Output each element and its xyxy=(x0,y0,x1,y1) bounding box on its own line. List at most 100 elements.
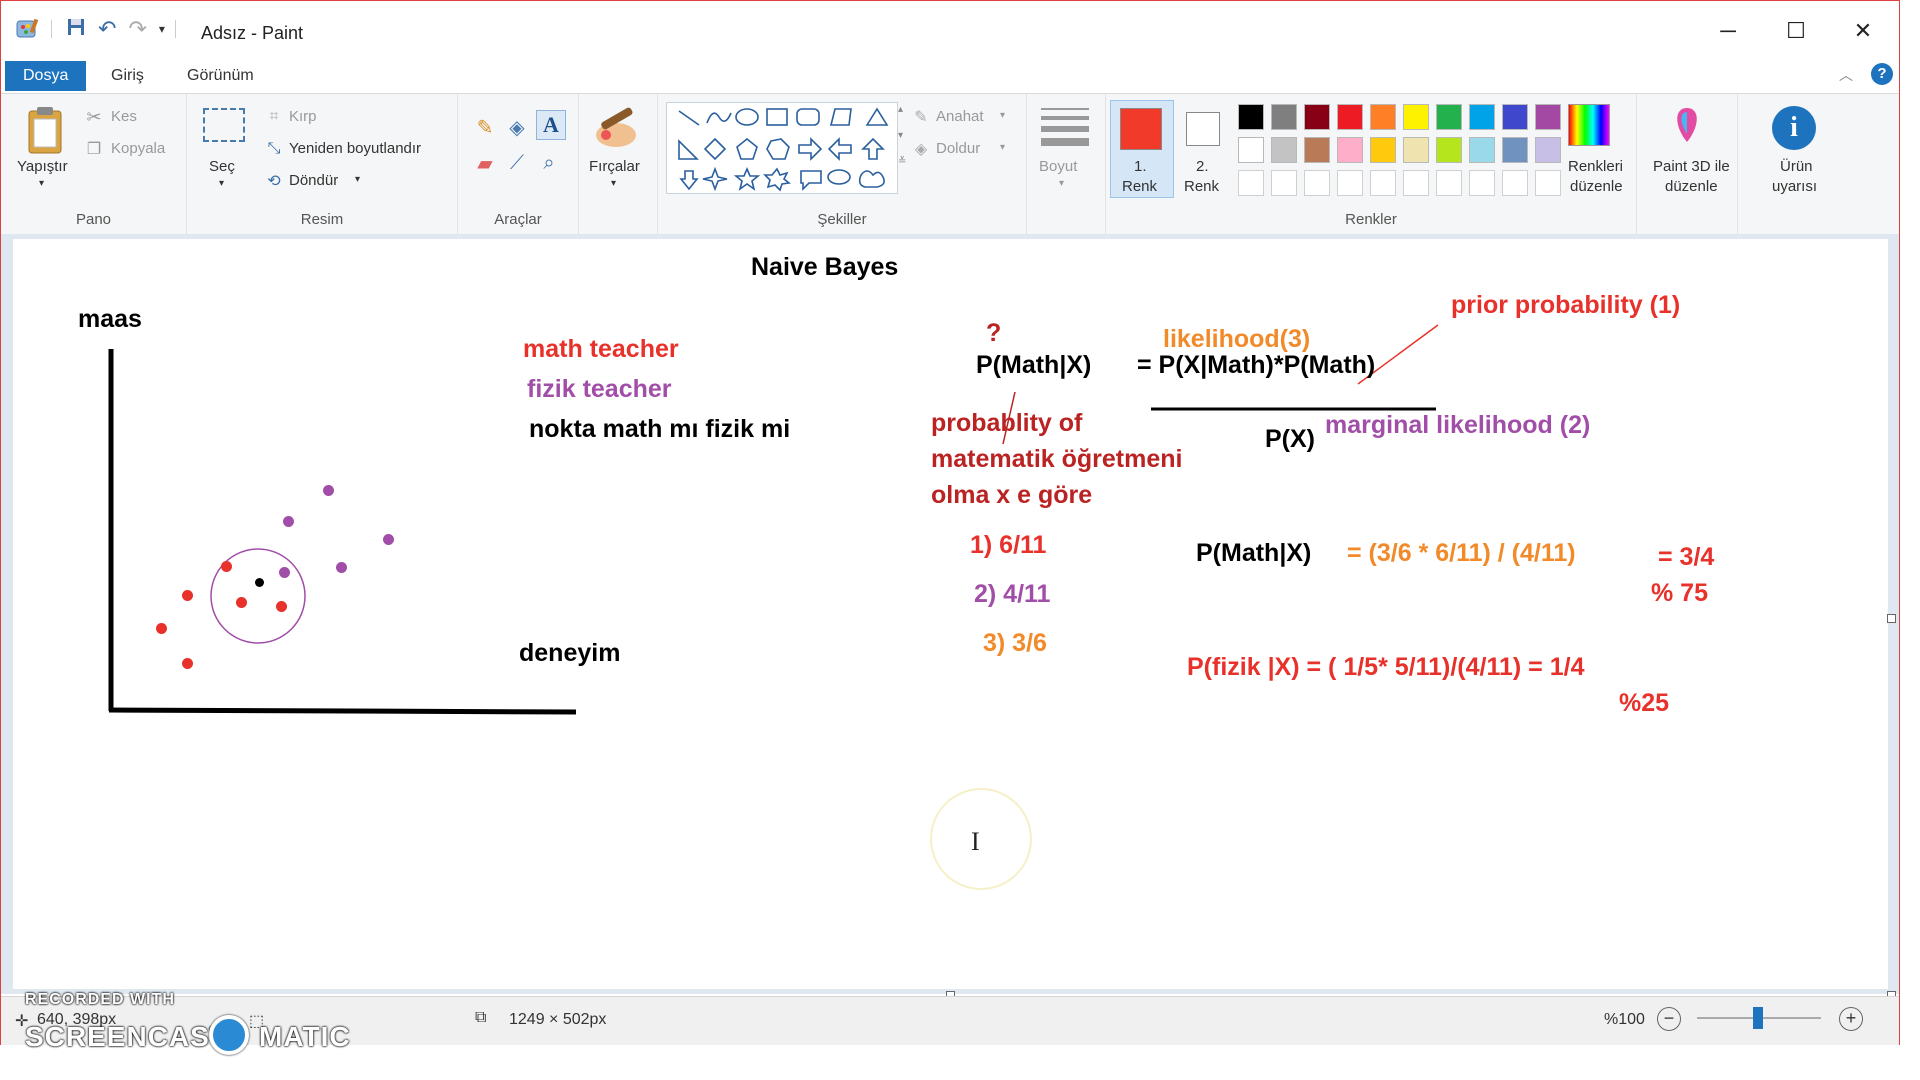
brushes-dropdown-icon[interactable]: ▾ xyxy=(611,178,616,189)
palette-swatch[interactable] xyxy=(1238,104,1264,130)
palette-swatch[interactable] xyxy=(1469,104,1495,130)
palette-swatch[interactable] xyxy=(1403,104,1429,130)
palette-swatch[interactable] xyxy=(1304,104,1330,130)
palette-swatch[interactable] xyxy=(1304,137,1330,163)
palette-swatch[interactable] xyxy=(1403,170,1429,196)
outline-dropdown-icon[interactable]: ▾ xyxy=(1000,110,1005,121)
save-icon[interactable] xyxy=(66,17,86,42)
paste-dropdown-icon[interactable]: ▾ xyxy=(39,178,44,189)
edit-colors-label-line1[interactable]: Renkleri xyxy=(1568,158,1623,175)
paste-label[interactable]: Yapıştır xyxy=(17,158,68,175)
color-picker-icon[interactable]: ⟋ xyxy=(504,150,530,176)
palette-swatch[interactable] xyxy=(1337,104,1363,130)
math-point xyxy=(221,561,232,572)
palette-swatch[interactable] xyxy=(1502,137,1528,163)
palette-swatch[interactable] xyxy=(1469,170,1495,196)
minimize-button[interactable]: ─ xyxy=(1708,15,1748,47)
crop-icon[interactable]: ⌗ xyxy=(263,106,285,128)
help-icon[interactable]: ? xyxy=(1871,63,1893,85)
copy-icon[interactable]: ❐ xyxy=(83,138,105,160)
palette-swatch[interactable] xyxy=(1238,170,1264,196)
ribbon-tabs: Dosya Giriş Görünüm ︿ ? xyxy=(1,59,1899,93)
collapse-ribbon-icon[interactable]: ︿ xyxy=(1839,65,1853,85)
resize-icon[interactable]: ⤡ xyxy=(263,138,285,160)
select-dropdown-icon[interactable]: ▾ xyxy=(219,178,224,189)
shapes-scroll-up-icon[interactable]: ▴ xyxy=(898,104,903,115)
product-alert-label-line2[interactable]: uyarısı xyxy=(1772,178,1817,195)
paint3d-icon[interactable] xyxy=(1667,104,1707,148)
outline-label[interactable]: Anahat xyxy=(936,108,984,125)
resize-handle-right[interactable] xyxy=(1887,614,1896,623)
palette-swatch[interactable] xyxy=(1337,170,1363,196)
info-icon[interactable]: i xyxy=(1772,106,1816,150)
palette-swatch[interactable] xyxy=(1436,137,1462,163)
shapes-scroll-down-icon[interactable]: ▾ xyxy=(898,130,903,141)
fill-icon[interactable]: ◈ xyxy=(910,138,932,160)
palette-swatch[interactable] xyxy=(1271,170,1297,196)
product-alert-label-line1[interactable]: Ürün xyxy=(1780,158,1813,175)
palette-swatch[interactable] xyxy=(1271,137,1297,163)
group-label-araclar: Araçlar xyxy=(494,211,542,228)
crop-label[interactable]: Kırp xyxy=(289,108,317,125)
palette-swatch[interactable] xyxy=(1304,170,1330,196)
cut-label[interactable]: Kes xyxy=(111,108,137,125)
paste-icon[interactable] xyxy=(23,104,67,156)
brushes-icon[interactable] xyxy=(591,104,641,152)
copy-label[interactable]: Kopyala xyxy=(111,140,165,157)
palette-swatch[interactable] xyxy=(1337,137,1363,163)
outline-icon[interactable]: ✎ xyxy=(910,106,932,128)
edit-colors-icon[interactable] xyxy=(1568,104,1610,146)
palette-swatch[interactable] xyxy=(1502,104,1528,130)
pencil-icon[interactable]: ✎ xyxy=(472,114,498,140)
palette-swatch[interactable] xyxy=(1436,170,1462,196)
color2-swatch[interactable] xyxy=(1186,112,1220,146)
maximize-button[interactable]: ☐ xyxy=(1776,15,1816,47)
rotate-label[interactable]: Döndür xyxy=(289,172,338,189)
fill-label[interactable]: Doldur xyxy=(936,140,980,157)
rotate-dropdown-icon[interactable]: ▾ xyxy=(355,174,360,185)
zoom-out-button[interactable]: − xyxy=(1657,1007,1681,1031)
resize-label[interactable]: Yeniden boyutlandır xyxy=(289,140,421,157)
zoom-in-button[interactable]: + xyxy=(1839,1007,1863,1031)
undo-icon[interactable]: ↶ xyxy=(98,16,116,42)
text-tool-icon[interactable]: A xyxy=(536,110,566,140)
palette-swatch[interactable] xyxy=(1403,137,1429,163)
select-label[interactable]: Seç xyxy=(209,158,235,175)
palette-swatch[interactable] xyxy=(1436,104,1462,130)
drawing-canvas[interactable]: Naive Bayes maas deneyim math teacher fi… xyxy=(13,239,1888,989)
rotate-icon[interactable]: ⟲ xyxy=(263,170,285,192)
size-dropdown-icon[interactable]: ▾ xyxy=(1059,178,1064,189)
palette-swatch[interactable] xyxy=(1502,170,1528,196)
redo-icon[interactable]: ↷ xyxy=(128,16,146,42)
palette-swatch[interactable] xyxy=(1535,170,1561,196)
brushes-label[interactable]: Fırçalar xyxy=(589,158,640,175)
size-label[interactable]: Boyut xyxy=(1039,158,1077,175)
zoom-slider-thumb[interactable] xyxy=(1753,1007,1763,1029)
tab-dosya[interactable]: Dosya xyxy=(5,61,87,91)
magnifier-icon[interactable]: ⌕ xyxy=(536,150,562,176)
palette-swatch[interactable] xyxy=(1535,104,1561,130)
palette-swatch[interactable] xyxy=(1370,137,1396,163)
shapes-more-icon[interactable]: ≚ xyxy=(898,156,906,167)
cut-icon[interactable]: ✂ xyxy=(83,106,105,128)
palette-swatch[interactable] xyxy=(1370,104,1396,130)
color1-swatch[interactable] xyxy=(1120,108,1162,150)
palette-swatch[interactable] xyxy=(1370,170,1396,196)
paint3d-label-line1[interactable]: Paint 3D ile xyxy=(1653,158,1730,175)
shapes-gallery-icons[interactable] xyxy=(667,103,897,193)
palette-swatch[interactable] xyxy=(1238,137,1264,163)
select-icon[interactable] xyxy=(203,108,245,142)
palette-swatch[interactable] xyxy=(1535,137,1561,163)
fill-dropdown-icon[interactable]: ▾ xyxy=(1000,142,1005,153)
edit-colors-label-line2[interactable]: düzenle xyxy=(1570,178,1623,195)
eraser-icon[interactable]: ▰ xyxy=(472,150,498,176)
tab-giris[interactable]: Giriş xyxy=(93,61,162,91)
tab-gorunum[interactable]: Görünüm xyxy=(169,61,272,91)
palette-swatch[interactable] xyxy=(1469,137,1495,163)
paint3d-label-line2[interactable]: düzenle xyxy=(1665,178,1718,195)
customize-quick-access-icon[interactable]: ▾ xyxy=(159,22,165,36)
palette-swatch[interactable] xyxy=(1271,104,1297,130)
size-icon[interactable] xyxy=(1041,108,1089,146)
close-button[interactable]: ✕ xyxy=(1843,15,1883,47)
fill-bucket-icon[interactable]: ◈ xyxy=(504,114,530,140)
